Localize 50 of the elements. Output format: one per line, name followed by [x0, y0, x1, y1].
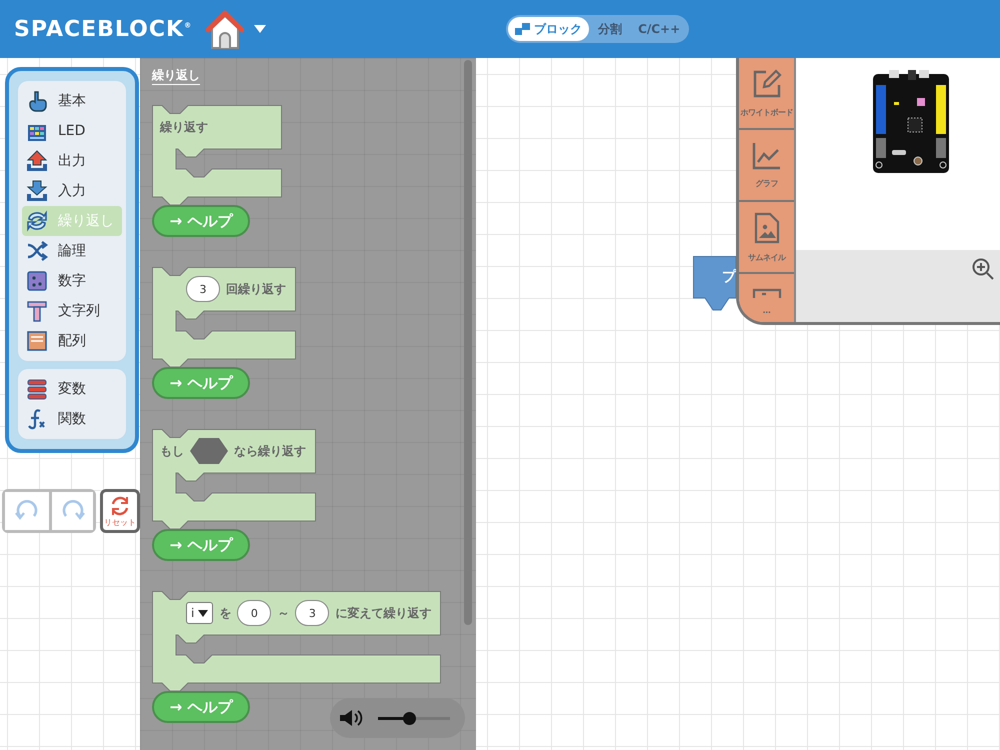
blocks-icon — [515, 23, 532, 35]
condition-slot[interactable] — [190, 438, 228, 464]
logo: SPACEBLOCK$^{®}$ — [14, 16, 192, 42]
stack-icon — [26, 378, 48, 400]
line-chart-icon — [752, 142, 782, 170]
list-icon — [26, 330, 48, 352]
scrollbar[interactable] — [464, 60, 472, 625]
loop-block[interactable] — [152, 267, 296, 368]
pencil-icon — [752, 68, 782, 98]
category-item[interactable]: 基本 — [22, 86, 122, 116]
function-icon — [26, 408, 48, 430]
caret-icon[interactable] — [254, 25, 266, 33]
window-icon — [752, 288, 782, 298]
flyout-title: 繰り返し — [152, 67, 200, 85]
block-label: もし — [160, 442, 184, 460]
block-label: なら繰り返す — [234, 442, 306, 460]
category-item[interactable]: LED — [22, 116, 122, 146]
block-label: に変えて繰り返す — [335, 604, 432, 622]
block-label: を — [219, 604, 232, 622]
category-item[interactable]: 入力 — [22, 176, 122, 206]
block-label: 繰り返す — [160, 118, 208, 136]
category-item[interactable]: 変数 — [22, 374, 122, 404]
loop-icon — [26, 210, 48, 232]
loop-block[interactable] — [152, 105, 282, 206]
category-item[interactable]: 文字列 — [22, 296, 122, 326]
block-label: ～ — [277, 604, 290, 622]
category-item[interactable]: 出力 — [22, 146, 122, 176]
number-tile-icon — [26, 270, 48, 292]
text-icon — [26, 300, 48, 322]
zoom-in-icon[interactable] — [972, 258, 994, 280]
caret-icon — [198, 610, 208, 616]
reset-button[interactable]: リセット — [100, 489, 140, 533]
loop-block[interactable] — [152, 591, 441, 692]
category-item[interactable]: 関数 — [22, 404, 122, 434]
category-item[interactable]: 論理 — [22, 236, 122, 266]
variable-dropdown[interactable]: i — [186, 602, 214, 624]
category-item[interactable]: 配列 — [22, 326, 122, 356]
upload-icon — [26, 150, 48, 172]
block-label: 回繰り返す — [226, 280, 286, 298]
loop-block[interactable] — [152, 429, 316, 530]
download-icon — [26, 180, 48, 202]
mode-tab[interactable]: ブロック — [508, 17, 590, 41]
refresh-icon — [109, 494, 131, 516]
block-label: プ — [722, 268, 736, 286]
image-file-icon — [754, 212, 780, 244]
category-item[interactable]: 数字 — [22, 266, 122, 296]
slider-thumb[interactable] — [402, 712, 416, 724]
home-icon[interactable] — [206, 8, 244, 50]
shuffle-icon — [26, 240, 48, 262]
speaker-icon[interactable] — [338, 708, 364, 728]
